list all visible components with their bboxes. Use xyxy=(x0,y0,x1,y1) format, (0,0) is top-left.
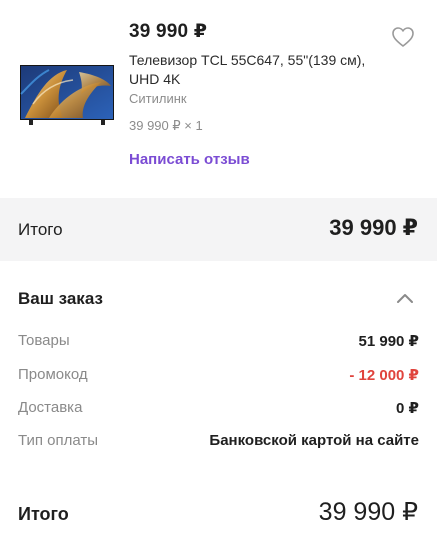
grand-total-label: Итого xyxy=(18,504,69,524)
cart-total-value: 39 990 ₽ xyxy=(329,215,418,240)
heart-outline-icon[interactable] xyxy=(391,26,415,48)
summary-row-label: Тип оплаты xyxy=(18,432,99,449)
summary-row-label: Доставка xyxy=(18,399,83,416)
tv-product-image[interactable] xyxy=(19,64,115,126)
grand-total-value: 39 990 ₽ xyxy=(318,498,418,526)
price-times-quantity: 39 990 ₽ × 1 xyxy=(129,118,203,133)
summary-row-label: Промокод xyxy=(18,366,88,383)
product-title[interactable]: Телевизор TCL 55C647, 55"(139 см), UHD 4… xyxy=(129,51,389,89)
summary-row-value: 51 990 ₽ xyxy=(358,333,419,350)
cart-total-band: Итого 39 990 ₽ xyxy=(0,198,437,261)
summary-row-label: Товары xyxy=(18,332,70,349)
summary-row-promocode: Промокод - 12 000 ₽ xyxy=(18,366,419,386)
summary-row-value: - 12 000 ₽ xyxy=(349,367,419,384)
chevron-up-icon[interactable] xyxy=(396,292,414,304)
summary-row-payment-type: Тип оплаты Банковской картой на сайте xyxy=(18,432,419,452)
summary-row-delivery: Доставка 0 ₽ xyxy=(18,399,419,419)
summary-row-goods: Товары 51 990 ₽ xyxy=(18,332,419,352)
cart-total-label: Итого xyxy=(18,220,63,239)
order-summary: Ваш заказ Товары 51 990 ₽ Промокод - 12 … xyxy=(0,261,437,545)
summary-row-value: Банковской картой на сайте xyxy=(209,432,419,449)
order-summary-title: Ваш заказ xyxy=(18,289,103,308)
order-item-card: 39 990 ₽ Телевизор TCL 55C647, 55"(139 с… xyxy=(0,0,437,198)
write-review-link[interactable]: Написать отзыв xyxy=(129,151,250,168)
seller-name: Ситилинк xyxy=(129,91,187,106)
product-price: 39 990 ₽ xyxy=(129,21,208,42)
summary-row-value: 0 ₽ xyxy=(396,400,419,417)
